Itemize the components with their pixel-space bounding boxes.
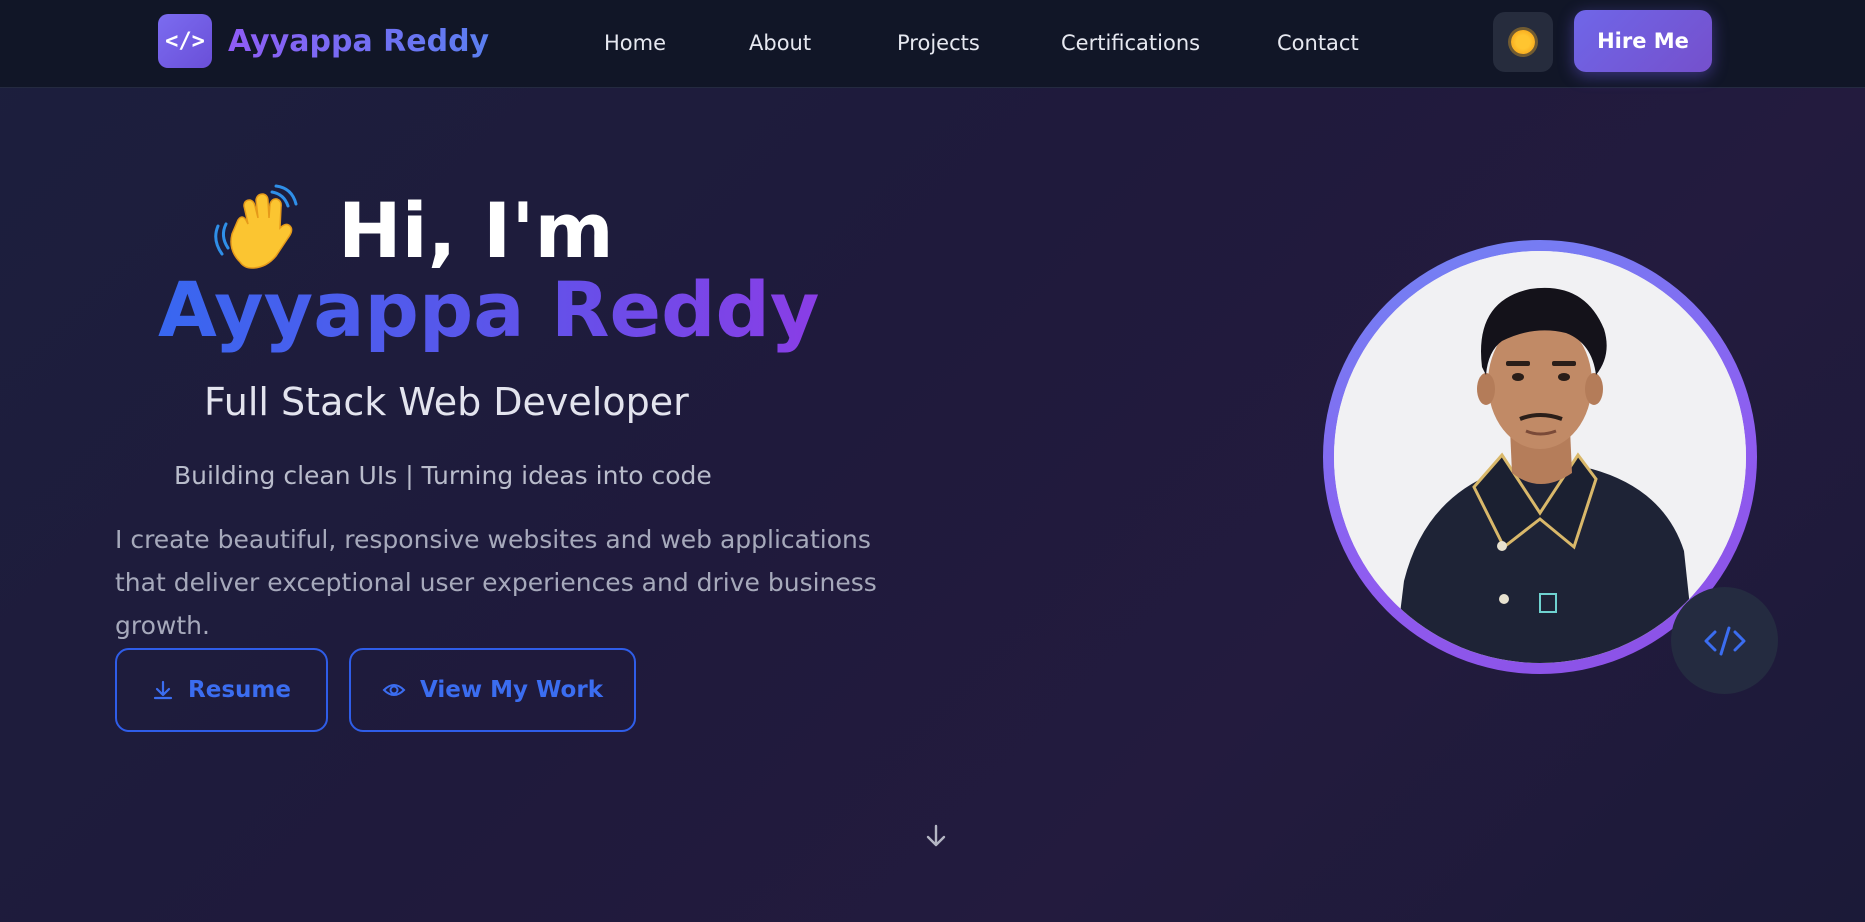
- download-icon: [153, 680, 173, 700]
- hero-role: Full Stack Web Developer: [204, 380, 689, 424]
- sun-icon: [1511, 30, 1535, 54]
- resume-label: Resume: [188, 677, 291, 703]
- hire-me-button[interactable]: Hire Me: [1574, 10, 1712, 72]
- nav-link-projects[interactable]: Projects: [897, 28, 980, 58]
- waving-hand-icon: [214, 184, 298, 269]
- eye-icon: [382, 684, 406, 696]
- scroll-down-arrow-icon[interactable]: [922, 822, 950, 850]
- profile-photo: [1334, 251, 1746, 663]
- hero-description: I create beautiful, responsive websites …: [115, 525, 877, 640]
- logo-code-icon[interactable]: </>: [158, 14, 212, 68]
- theme-toggle-button[interactable]: [1493, 12, 1553, 72]
- nav-link-certifications[interactable]: Certifications: [1061, 28, 1200, 58]
- resume-button[interactable]: Resume: [115, 648, 328, 732]
- hero-tagline: Building clean UIs | Turning ideas into …: [174, 461, 712, 490]
- view-work-button[interactable]: View My Work: [349, 648, 636, 732]
- nav-link-contact[interactable]: Contact: [1277, 28, 1359, 58]
- person-portrait-icon: [1334, 251, 1746, 663]
- view-work-label: View My Work: [419, 677, 603, 703]
- nav-link-about[interactable]: About: [749, 28, 811, 58]
- navbar: </> Ayyappa Reddy Home About Projects Ce…: [0, 0, 1865, 88]
- nav-link-home[interactable]: Home: [604, 28, 666, 58]
- code-icon: [1704, 626, 1745, 655]
- hero-name: Ayyappa Reddy: [158, 262, 819, 358]
- code-badge: [1671, 587, 1778, 694]
- brand-name[interactable]: Ayyappa Reddy: [228, 22, 489, 62]
